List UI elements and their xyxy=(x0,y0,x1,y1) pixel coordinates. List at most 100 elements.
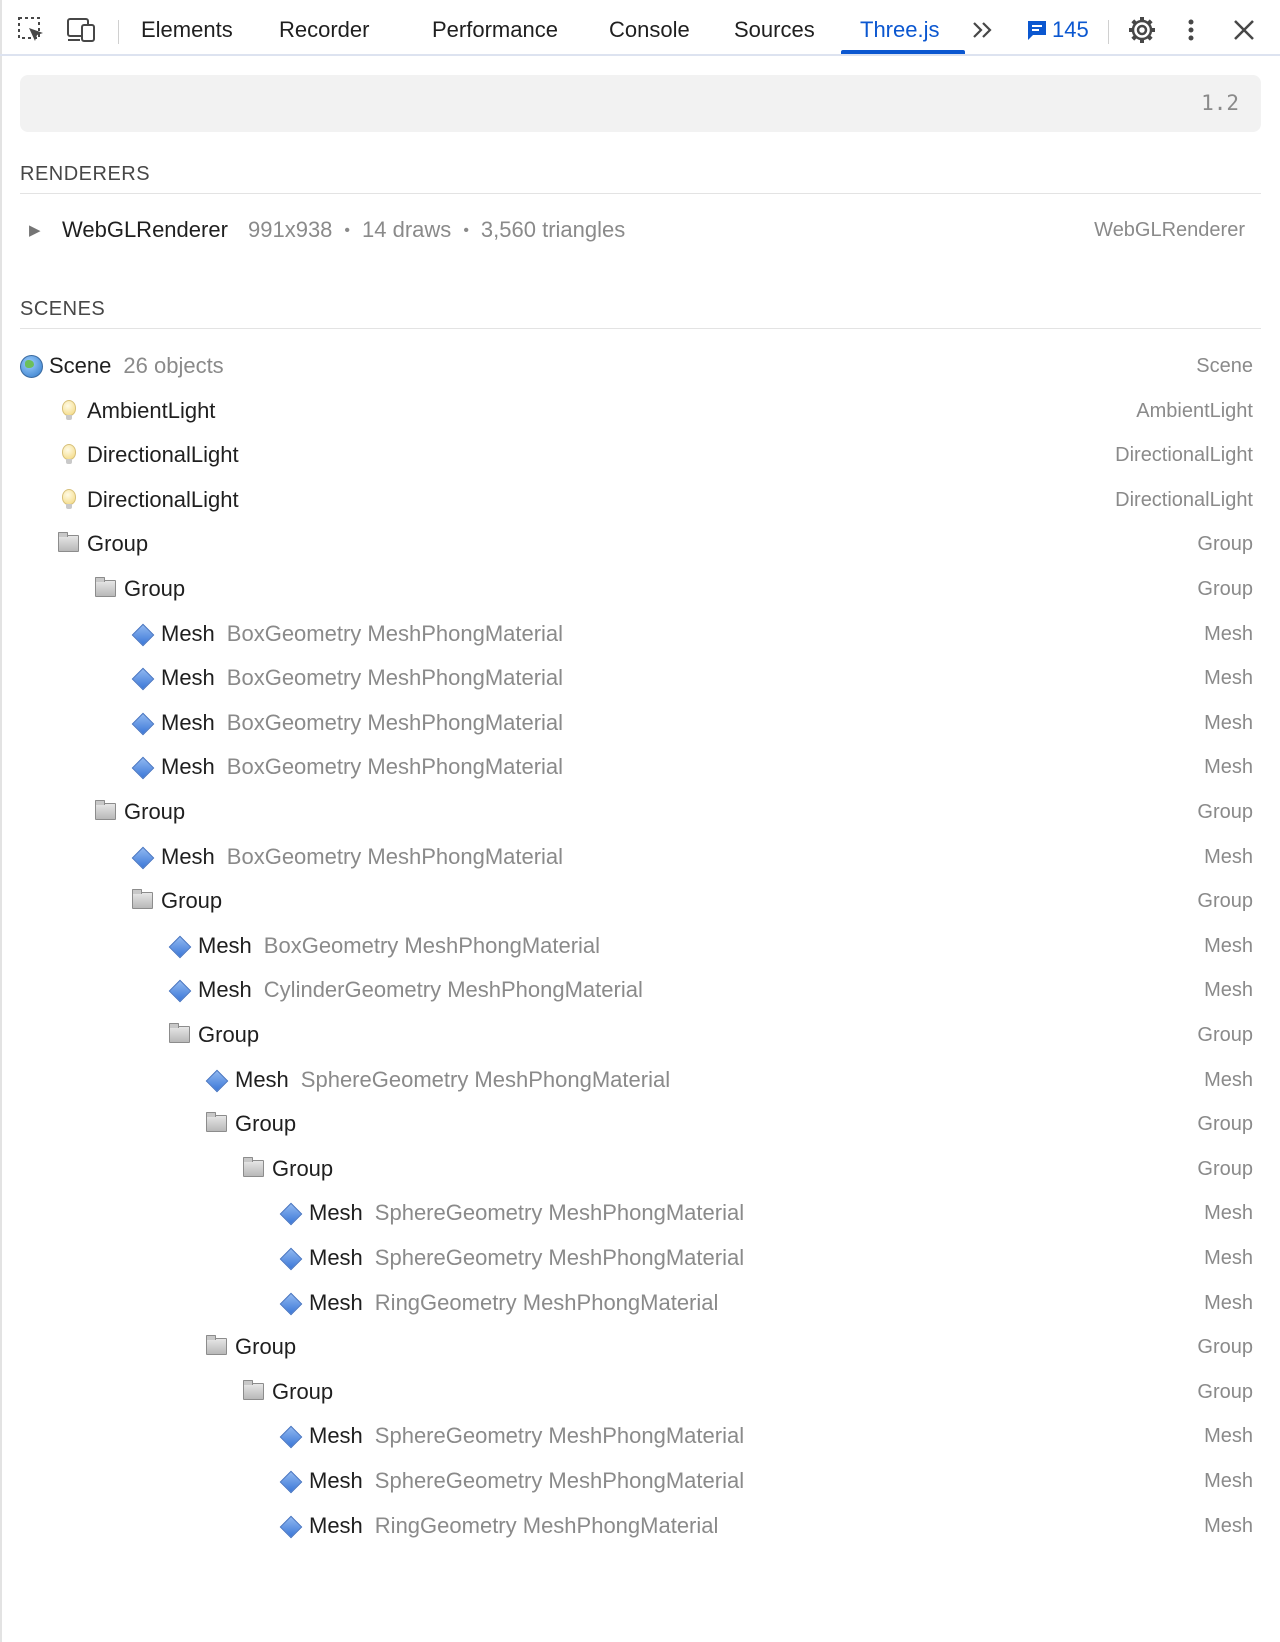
renderer-type-label: WebGLRenderer xyxy=(1094,219,1245,241)
mesh-diamond-icon xyxy=(131,846,155,870)
node-detail: CylinderGeometry MeshPhongMaterial xyxy=(263,977,643,1002)
tree-node-group[interactable]: Group Group xyxy=(20,568,1261,612)
mesh-diamond-icon xyxy=(279,1515,303,1539)
tree-node-group[interactable]: Group Group xyxy=(20,880,1261,924)
node-type-label: Mesh xyxy=(1204,1247,1253,1269)
tab-label: Console xyxy=(609,17,690,42)
expand-triangle-icon[interactable]: ▶ xyxy=(29,221,41,239)
tab-recorder[interactable]: Recorder xyxy=(279,6,369,54)
tree-node-mesh[interactable]: Mesh RingGeometry MeshPhongMaterial Mesh xyxy=(20,1505,1261,1549)
node-label: Mesh xyxy=(198,977,252,1002)
tab-label: Performance xyxy=(432,17,558,42)
group-folder-icon xyxy=(205,1112,227,1135)
tree-node-mesh[interactable]: Mesh BoxGeometry MeshPhongMaterial Mesh xyxy=(20,613,1261,657)
tree-node-ambientlight[interactable]: AmbientLight AmbientLight xyxy=(20,390,1261,434)
node-label: Group xyxy=(124,799,186,824)
node-type-label: Mesh xyxy=(1204,1069,1253,1091)
mesh-diamond-icon xyxy=(279,1202,303,1226)
more-tabs-icon[interactable] xyxy=(970,6,996,54)
node-name: Mesh RingGeometry MeshPhongMaterial xyxy=(309,1290,718,1316)
light-bulb-icon xyxy=(57,400,79,422)
group-folder-icon xyxy=(131,889,153,912)
tree-node-directionallight[interactable]: DirectionalLight DirectionalLight xyxy=(20,479,1261,523)
renderer-name: WebGLRenderer xyxy=(62,217,228,242)
node-detail: RingGeometry MeshPhongMaterial xyxy=(374,1290,719,1315)
issues-button[interactable]: 145 xyxy=(1025,6,1089,54)
version-label: 1.2 xyxy=(1201,91,1239,115)
tree-node-mesh[interactable]: Mesh BoxGeometry MeshPhongMaterial Mesh xyxy=(20,836,1261,880)
tree-node-mesh[interactable]: Mesh BoxGeometry MeshPhongMaterial Mesh xyxy=(20,702,1261,746)
node-type-label: Mesh xyxy=(1204,1470,1253,1492)
device-toolbar-icon[interactable] xyxy=(66,6,98,54)
node-name: AmbientLight xyxy=(87,398,215,424)
mesh-diamond-icon xyxy=(131,623,155,647)
node-name: Mesh SphereGeometry MeshPhongMaterial xyxy=(309,1423,744,1449)
tree-node-mesh[interactable]: Mesh CylinderGeometry MeshPhongMaterial Me… xyxy=(20,969,1261,1013)
issues-count: 145 xyxy=(1052,17,1089,42)
node-detail: RingGeometry MeshPhongMaterial xyxy=(374,1513,719,1538)
node-name: Mesh BoxGeometry MeshPhongMaterial xyxy=(161,844,563,870)
node-label: Group xyxy=(235,1111,297,1136)
tree-node-mesh[interactable]: Mesh SphereGeometry MeshPhongMaterial Mesh xyxy=(20,1415,1261,1459)
tree-node-directionallight[interactable]: DirectionalLight DirectionalLight xyxy=(20,434,1261,478)
node-type-label: Group xyxy=(1197,1113,1253,1135)
renderer-row[interactable]: ▶ WebGLRenderer 991x938 • 14 draws • 3,560 t… xyxy=(20,212,1253,252)
more-options-icon[interactable] xyxy=(1181,6,1201,54)
node-name: Mesh RingGeometry MeshPhongMaterial xyxy=(309,1513,718,1539)
tree-node-group[interactable]: Group Group xyxy=(20,1326,1261,1370)
tree-node-mesh[interactable]: Mesh BoxGeometry MeshPhongMaterial Mesh xyxy=(20,657,1261,701)
group-folder-icon xyxy=(205,1335,227,1358)
tree-node-mesh[interactable]: Mesh RingGeometry MeshPhongMaterial Mesh xyxy=(20,1282,1261,1326)
tab-console[interactable]: Console xyxy=(609,6,690,54)
group-folder-icon xyxy=(57,532,79,555)
renderer-draws: 14 draws xyxy=(362,217,452,242)
tree-node-mesh[interactable]: Mesh SphereGeometry MeshPhongMaterial Mesh xyxy=(20,1237,1261,1281)
tab-label: Sources xyxy=(734,17,815,42)
node-type-label: Group xyxy=(1197,1336,1253,1358)
node-detail: SphereGeometry MeshPhongMaterial xyxy=(374,1200,745,1225)
tree-node-mesh[interactable]: Mesh SphereGeometry MeshPhongMaterial Mesh xyxy=(20,1460,1261,1504)
filter-bar[interactable]: 1.2 xyxy=(20,75,1261,132)
node-name: Mesh BoxGeometry MeshPhongMaterial xyxy=(161,665,563,691)
node-label: Group xyxy=(87,531,149,556)
node-type-label: Mesh xyxy=(1204,1515,1253,1537)
node-detail: BoxGeometry MeshPhongMaterial xyxy=(226,710,564,735)
node-type-label: Group xyxy=(1197,1024,1253,1046)
inspect-element-icon[interactable] xyxy=(16,6,46,54)
tree-node-group[interactable]: Group Group xyxy=(20,791,1261,835)
mesh-diamond-icon xyxy=(279,1470,303,1494)
tree-node-mesh[interactable]: Mesh BoxGeometry MeshPhongMaterial Mesh xyxy=(20,925,1261,969)
mesh-diamond-icon xyxy=(279,1292,303,1316)
tab-performance[interactable]: Performance xyxy=(432,6,558,54)
node-type-label: Group xyxy=(1197,1381,1253,1403)
tab-elements[interactable]: Elements xyxy=(141,6,233,54)
tab-sources[interactable]: Sources xyxy=(734,6,815,54)
active-tab-indicator xyxy=(841,50,965,54)
node-label: Group xyxy=(161,888,223,913)
tree-node-mesh[interactable]: Mesh SphereGeometry MeshPhongMaterial Mesh xyxy=(20,1059,1261,1103)
node-label: Mesh xyxy=(309,1290,363,1315)
node-label: Mesh xyxy=(309,1245,363,1270)
settings-gear-icon[interactable] xyxy=(1126,6,1158,54)
node-name: Group xyxy=(124,799,185,825)
node-name: Mesh CylinderGeometry MeshPhongMaterial xyxy=(198,977,643,1003)
tree-node-scene[interactable]: Scene 26 objects Scene xyxy=(20,345,1261,389)
node-name: Group xyxy=(235,1334,296,1360)
toolbar-separator xyxy=(118,20,119,44)
panel-left-border xyxy=(0,0,2,1642)
tree-node-group[interactable]: Group Group xyxy=(20,1371,1261,1415)
tree-node-group[interactable]: Group Group xyxy=(20,1148,1261,1192)
tree-node-group[interactable]: Group Group xyxy=(20,1014,1261,1058)
separator-dot: • xyxy=(344,222,351,239)
node-name: Mesh SphereGeometry MeshPhongMaterial xyxy=(309,1200,744,1226)
group-folder-icon xyxy=(168,1023,190,1046)
close-icon[interactable] xyxy=(1231,6,1257,54)
tree-node-group[interactable]: Group Group xyxy=(20,523,1261,567)
node-label: DirectionalLight xyxy=(87,487,239,512)
tab-label: Recorder xyxy=(279,17,370,42)
tree-node-mesh[interactable]: Mesh SphereGeometry MeshPhongMaterial Mesh xyxy=(20,1192,1261,1236)
tree-node-mesh[interactable]: Mesh BoxGeometry MeshPhongMaterial Mesh xyxy=(20,746,1261,790)
tree-node-group[interactable]: Group Group xyxy=(20,1103,1261,1147)
tab-threejs[interactable]: Three.js xyxy=(860,6,939,54)
node-label: Group xyxy=(272,1156,334,1181)
